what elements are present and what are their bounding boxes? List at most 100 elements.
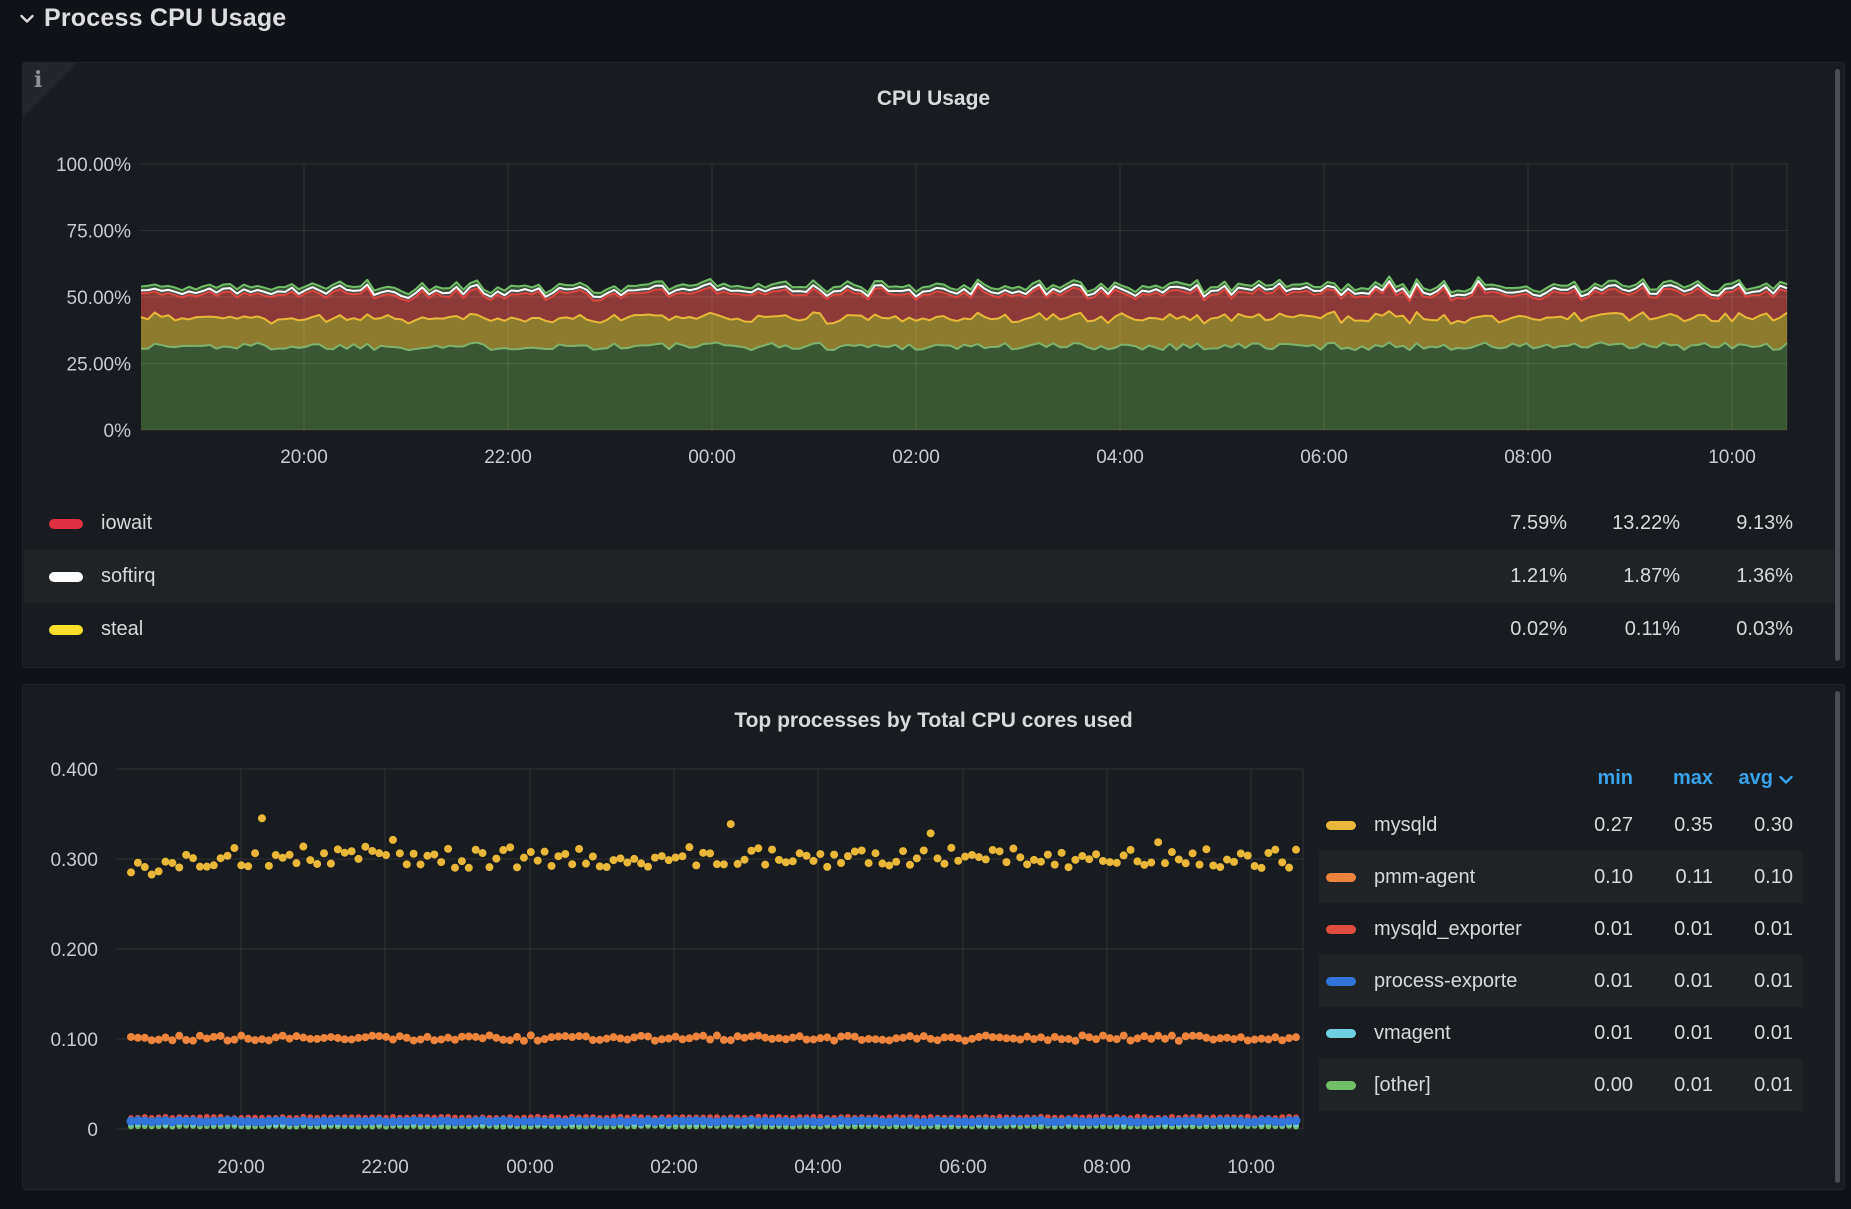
- legend-row-process-exporte[interactable]: process-exporte0.010.010.01: [1319, 955, 1803, 1007]
- stat-avg: 0.01: [1713, 918, 1793, 941]
- series-swatch: [1326, 821, 1356, 830]
- x-axis-tick: 02:00: [650, 1157, 698, 1178]
- stat-avg: 0.10: [1713, 866, 1793, 889]
- top-processes-scatter-chart[interactable]: 0.400 0.300 0.200 0.100 0 20:00 22:00 00:00 02:0…: [23, 685, 1333, 1191]
- stat-max: 0.01: [1633, 970, 1713, 993]
- stat-min: 7.59%: [1442, 512, 1567, 535]
- series-label[interactable]: process-exporte: [1374, 970, 1517, 993]
- x-axis-tick: 00:00: [506, 1157, 554, 1178]
- stat-avg: 0.03%: [1680, 618, 1793, 641]
- x-axis-tick: 04:00: [794, 1157, 842, 1178]
- series-mysqld: [127, 814, 1300, 878]
- legend-row-steal[interactable]: steal 0.02% 0.11% 0.03%: [24, 603, 1834, 656]
- stat-min: 0.01: [1553, 1022, 1633, 1045]
- legend-row-vmagent[interactable]: vmagent0.010.010.01: [1319, 1007, 1803, 1059]
- x-axis-tick: 10:00: [1227, 1157, 1275, 1178]
- grid: [116, 769, 1303, 1129]
- legend-header-row: min max avg: [1319, 757, 1803, 799]
- x-axis-tick: 06:00: [939, 1157, 987, 1178]
- section-header-process-cpu-usage[interactable]: Process CPU Usage: [20, 4, 286, 33]
- series-label[interactable]: [other]: [1374, 1074, 1431, 1097]
- series-label[interactable]: iowait: [101, 512, 152, 535]
- panel1-scrollbar[interactable]: [1835, 69, 1840, 661]
- series-swatch: [1326, 977, 1356, 986]
- stat-min: 0.02%: [1442, 618, 1567, 641]
- section-title: Process CPU Usage: [44, 4, 286, 33]
- legend-row-softirq[interactable]: softirq 1.21% 1.87% 1.36%: [24, 550, 1834, 603]
- series-swatch-iowait: [49, 519, 83, 529]
- panel-top-processes: Top processes by Total CPU cores used 0.…: [22, 684, 1845, 1190]
- sort-header-max[interactable]: max: [1633, 767, 1713, 790]
- series-label[interactable]: mysqld: [1374, 814, 1437, 837]
- chevron-down-icon: [20, 14, 34, 23]
- y-axis-tick: 0.200: [50, 940, 98, 961]
- stat-avg: 1.36%: [1680, 565, 1793, 588]
- y-axis-tick: 25.00%: [67, 355, 132, 376]
- cpu-usage-legend: iowait 7.59% 13.22% 9.13% softirq 1.21% …: [24, 497, 1834, 656]
- legend-row-pmm-agent[interactable]: pmm-agent 0.100.110.10: [1319, 851, 1803, 903]
- series-label[interactable]: mysqld_exporter: [1374, 918, 1522, 941]
- y-axis-tick: 50.00%: [67, 288, 132, 309]
- series-swatch-softirq: [49, 572, 83, 582]
- stat-max: 1.87%: [1567, 565, 1680, 588]
- stat-min: 0.00: [1553, 1074, 1633, 1097]
- y-axis-tick: 0: [87, 1120, 98, 1141]
- x-axis-tick: 02:00: [892, 447, 940, 468]
- stat-max: 0.01: [1633, 1074, 1713, 1097]
- legend-row-mysqld[interactable]: mysqld 0.270.350.30: [1319, 799, 1803, 851]
- stat-min: 0.27: [1553, 814, 1633, 837]
- stat-max: 0.35: [1633, 814, 1713, 837]
- stat-max: 0.11: [1633, 866, 1713, 889]
- y-axis-tick: 0%: [104, 421, 132, 442]
- series-label[interactable]: pmm-agent: [1374, 866, 1475, 889]
- sort-header-min[interactable]: min: [1553, 767, 1633, 790]
- stat-max: 0.01: [1633, 1022, 1713, 1045]
- stat-max: 13.22%: [1567, 512, 1680, 535]
- series-swatch: [1326, 925, 1356, 934]
- y-axis-tick: 0.300: [50, 850, 98, 871]
- x-axis-tick: 22:00: [484, 447, 532, 468]
- panel-cpu-usage: i CPU Usage 100.00%75.00%50.00%25.00%0%2…: [22, 62, 1845, 668]
- x-axis-tick: 04:00: [1096, 447, 1144, 468]
- x-axis-tick: 00:00: [688, 447, 736, 468]
- stat-max: 0.11%: [1567, 618, 1680, 641]
- panel2-scrollbar[interactable]: [1835, 691, 1840, 1183]
- grafana-dashboard: { "page": { "section_title": "Process CP…: [0, 0, 1851, 1209]
- stat-min: 0.10: [1553, 866, 1633, 889]
- cpu-usage-stacked-area-chart[interactable]: 100.00% 75.00% 50.00% 25.00% 0% 20:00 22:00 00:…: [23, 63, 1844, 493]
- top-processes-legend: min max avg mysqld 0.270.350.30 pmm-agent 0…: [1319, 757, 1803, 1111]
- area-user: [141, 342, 1787, 430]
- stat-min: 0.01: [1553, 970, 1633, 993]
- legend-row--other-[interactable]: [other]0.000.010.01: [1319, 1059, 1803, 1111]
- y-axis-tick: 0.400: [50, 760, 98, 781]
- sort-header-avg[interactable]: avg: [1713, 767, 1793, 790]
- stat-avg: 9.13%: [1680, 512, 1793, 535]
- legend-row-mysqld-exporter[interactable]: mysqld_exporter0.010.010.01: [1319, 903, 1803, 955]
- x-axis-tick: 20:00: [217, 1157, 265, 1178]
- series-swatch: [1326, 1081, 1356, 1090]
- stat-avg: 0.01: [1713, 1074, 1793, 1097]
- series-swatch: [1326, 873, 1356, 882]
- stat-min: 0.01: [1553, 918, 1633, 941]
- x-axis-tick: 22:00: [361, 1157, 409, 1178]
- legend-row-iowait[interactable]: iowait 7.59% 13.22% 9.13%: [24, 497, 1834, 550]
- stat-avg: 0.30: [1713, 814, 1793, 837]
- y-axis-tick: 100.00%: [56, 155, 131, 176]
- stat-min: 1.21%: [1442, 565, 1567, 588]
- y-axis-tick: 75.00%: [67, 222, 132, 243]
- x-axis-tick: 08:00: [1504, 447, 1552, 468]
- sort-chevron-down-icon: [1779, 767, 1793, 790]
- x-axis-tick: 20:00: [280, 447, 328, 468]
- series-swatch: [1326, 1029, 1356, 1038]
- x-axis-tick: 08:00: [1083, 1157, 1131, 1178]
- series-swatch-steal: [49, 625, 83, 635]
- series-pmm-agent: [127, 1031, 1300, 1044]
- series-label[interactable]: steal: [101, 618, 143, 641]
- series-label[interactable]: softirq: [101, 565, 155, 588]
- series-label[interactable]: vmagent: [1374, 1022, 1451, 1045]
- stat-avg: 0.01: [1713, 970, 1793, 993]
- stat-max: 0.01: [1633, 918, 1713, 941]
- x-axis-tick: 06:00: [1300, 447, 1348, 468]
- y-axis-tick: 0.100: [50, 1030, 98, 1051]
- stat-avg: 0.01: [1713, 1022, 1793, 1045]
